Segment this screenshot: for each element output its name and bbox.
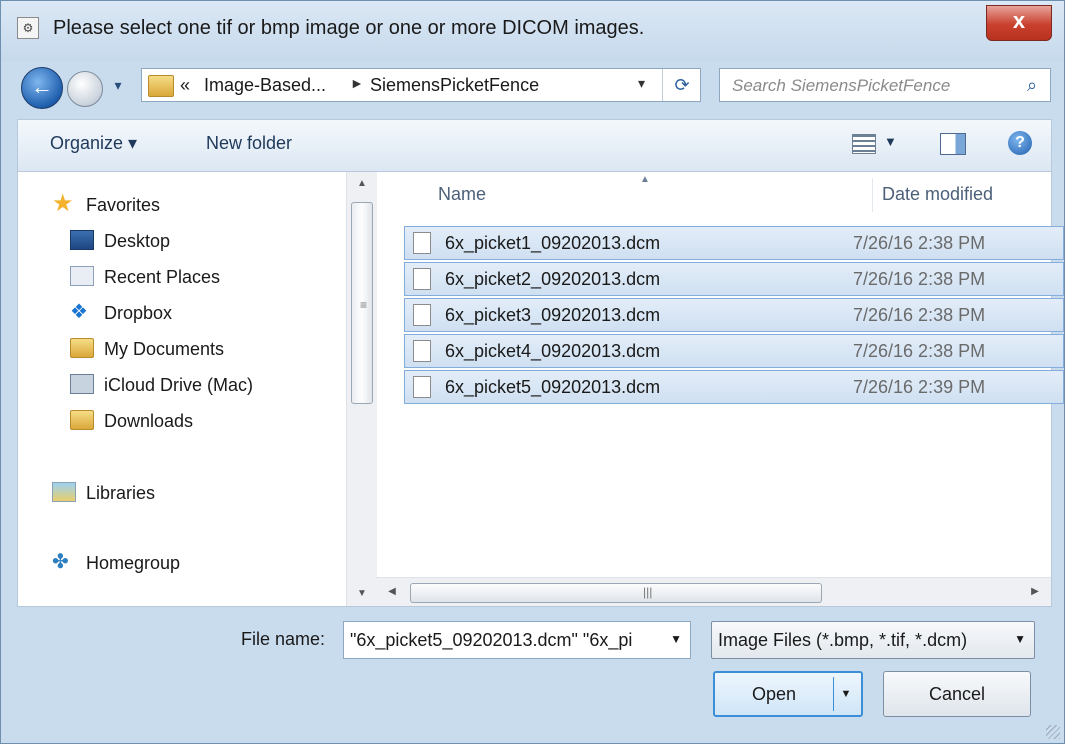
- file-row[interactable]: 6x_picket4_09202013.dcm 7/26/16 2:38 PM: [404, 334, 1064, 368]
- file-name-field[interactable]: "6x_picket5_09202013.dcm" "6x_pi ▼: [343, 621, 691, 659]
- file-type-dropdown-icon[interactable]: ▼: [1014, 632, 1026, 646]
- homegroup-icon: ✤: [52, 551, 69, 573]
- grip-icon: |||: [643, 585, 653, 599]
- file-list: Name ▲ Date modified 6x_picket1_09202013…: [376, 172, 1064, 606]
- sidebar-item-label: My Documents: [104, 339, 225, 359]
- scroll-up-arrow-icon[interactable]: ▲: [347, 172, 377, 196]
- file-type-select[interactable]: Image Files (*.bmp, *.tif, *.dcm) ▼: [711, 621, 1035, 659]
- desktop-icon: [70, 230, 94, 250]
- scroll-left-arrow-icon[interactable]: ◀: [382, 578, 402, 606]
- scroll-right-arrow-icon[interactable]: ▶: [1025, 578, 1045, 606]
- file-row[interactable]: 6x_picket3_09202013.dcm 7/26/16 2:38 PM: [404, 298, 1064, 332]
- command-toolbar: Organize ▾ New folder ▼ ?: [17, 119, 1052, 171]
- file-icon: [413, 304, 431, 326]
- file-date: 7/26/16 2:38 PM: [853, 233, 986, 253]
- address-bar[interactable]: « Image-Based... ► SiemensPicketFence ▾ …: [141, 68, 701, 102]
- sidebar-item-label: Recent Places: [104, 267, 221, 287]
- browser-content: ★ Favorites Desktop Recent Places ❖ Drop…: [17, 171, 1064, 607]
- search-icon[interactable]: ⌕: [1022, 75, 1042, 95]
- file-row[interactable]: 6x_picket2_09202013.dcm 7/26/16 2:38 PM: [404, 262, 1064, 296]
- open-options-dropdown-icon[interactable]: ▼: [837, 685, 855, 703]
- new-folder-button[interactable]: New folder: [206, 133, 292, 154]
- folder-icon: [148, 75, 174, 97]
- sidebar-item-label: Desktop: [104, 231, 171, 251]
- title-bar[interactable]: ⚙ Please select one tif or bmp image or …: [1, 1, 1064, 61]
- file-icon: [413, 232, 431, 254]
- app-icon: ⚙: [17, 17, 39, 39]
- scrollbar-thumb[interactable]: |||: [410, 583, 822, 603]
- column-header-date-modified[interactable]: Date modified: [882, 172, 993, 216]
- breadcrumb-separator-icon[interactable]: ►: [350, 75, 364, 91]
- breadcrumb-image-based[interactable]: Image-Based...: [204, 75, 326, 96]
- file-name-value[interactable]: "6x_picket5_09202013.dcm" "6x_pi: [350, 630, 650, 651]
- details-view-icon[interactable]: [852, 134, 876, 154]
- search-box[interactable]: Search SiemensPicketFence ⌕: [719, 68, 1051, 102]
- navigation-scrollbar[interactable]: ▲ ≡ ▼: [346, 172, 377, 606]
- sidebar-item-label: Libraries: [86, 483, 156, 503]
- sidebar-item-label: Homegroup: [86, 553, 181, 573]
- address-dropdown-icon[interactable]: ▾: [638, 75, 645, 92]
- recent-places-icon: [70, 266, 94, 286]
- search-input[interactable]: Search SiemensPicketFence: [732, 76, 950, 96]
- file-row[interactable]: 6x_picket1_09202013.dcm 7/26/16 2:38 PM: [404, 226, 1064, 260]
- file-name-dropdown-icon[interactable]: ▼: [670, 632, 682, 646]
- file-name: 6x_picket1_09202013.dcm: [445, 233, 661, 253]
- open-button-label[interactable]: Open: [715, 673, 833, 715]
- close-button[interactable]: x: [986, 5, 1052, 41]
- refresh-icon[interactable]: ⟳: [662, 69, 701, 101]
- sidebar-item-label: Dropbox: [104, 303, 173, 323]
- cancel-button[interactable]: Cancel: [883, 671, 1031, 717]
- preview-pane-icon[interactable]: [940, 133, 966, 155]
- star-icon: ★: [52, 190, 74, 217]
- file-icon: [413, 340, 431, 362]
- file-icon: [413, 268, 431, 290]
- file-list-scrollbar[interactable]: ◀ ||| ▶: [376, 577, 1051, 606]
- breadcrumb-siemens-picket-fence[interactable]: SiemensPicketFence: [370, 75, 539, 96]
- grip-icon: ≡: [360, 298, 368, 312]
- navigation-pane: ★ Favorites Desktop Recent Places ❖ Drop…: [18, 172, 377, 606]
- sidebar-item-label: iCloud Drive (Mac): [104, 375, 254, 395]
- resize-grip-icon[interactable]: [1046, 725, 1060, 739]
- views-dropdown-icon[interactable]: ▼: [884, 134, 897, 149]
- folder-icon: [70, 338, 94, 358]
- breadcrumb-overflow[interactable]: «: [180, 75, 190, 96]
- file-date: 7/26/16 2:38 PM: [853, 269, 986, 289]
- file-name: 6x_picket3_09202013.dcm: [445, 305, 661, 325]
- file-type-value[interactable]: Image Files (*.bmp, *.tif, *.dcm): [718, 630, 1004, 651]
- file-name-label: File name:: [241, 629, 326, 649]
- libraries-icon: [52, 482, 76, 502]
- file-name: 6x_picket4_09202013.dcm: [445, 341, 661, 361]
- column-header-name[interactable]: Name: [438, 172, 486, 216]
- forward-button[interactable]: [67, 71, 103, 107]
- navigation-bar: ← ▾ « Image-Based... ► SiemensPicketFenc…: [1, 61, 1064, 111]
- sidebar-item-label: Favorites: [86, 195, 161, 215]
- organize-button[interactable]: Organize ▾: [50, 133, 137, 154]
- file-date: 7/26/16 2:39 PM: [853, 377, 986, 397]
- split-divider: [833, 677, 834, 711]
- dialog-title: Please select one tif or bmp image or on…: [53, 17, 645, 39]
- cloud-drive-icon: [70, 374, 94, 394]
- folder-icon: [70, 410, 94, 430]
- file-name: 6x_picket5_09202013.dcm: [445, 377, 661, 397]
- file-date: 7/26/16 2:38 PM: [853, 305, 986, 325]
- scroll-down-arrow-icon[interactable]: ▼: [347, 582, 377, 606]
- column-divider[interactable]: [872, 178, 873, 212]
- recent-locations-chevron-icon[interactable]: ▾: [107, 75, 129, 95]
- file-open-dialog: ⚙ Please select one tif or bmp image or …: [0, 0, 1065, 744]
- file-icon: [413, 376, 431, 398]
- file-row[interactable]: 6x_picket5_09202013.dcm 7/26/16 2:39 PM: [404, 370, 1064, 404]
- file-name: 6x_picket2_09202013.dcm: [445, 269, 661, 289]
- back-button[interactable]: ←: [21, 67, 63, 109]
- sidebar-item-label: Downloads: [104, 411, 194, 431]
- dropbox-icon: ❖: [70, 301, 88, 323]
- scrollbar-thumb[interactable]: ≡: [351, 202, 373, 404]
- file-date: 7/26/16 2:38 PM: [853, 341, 986, 361]
- sort-ascending-icon: ▲: [640, 174, 650, 185]
- open-button[interactable]: Open ▼: [713, 671, 863, 717]
- help-icon[interactable]: ?: [1008, 131, 1032, 155]
